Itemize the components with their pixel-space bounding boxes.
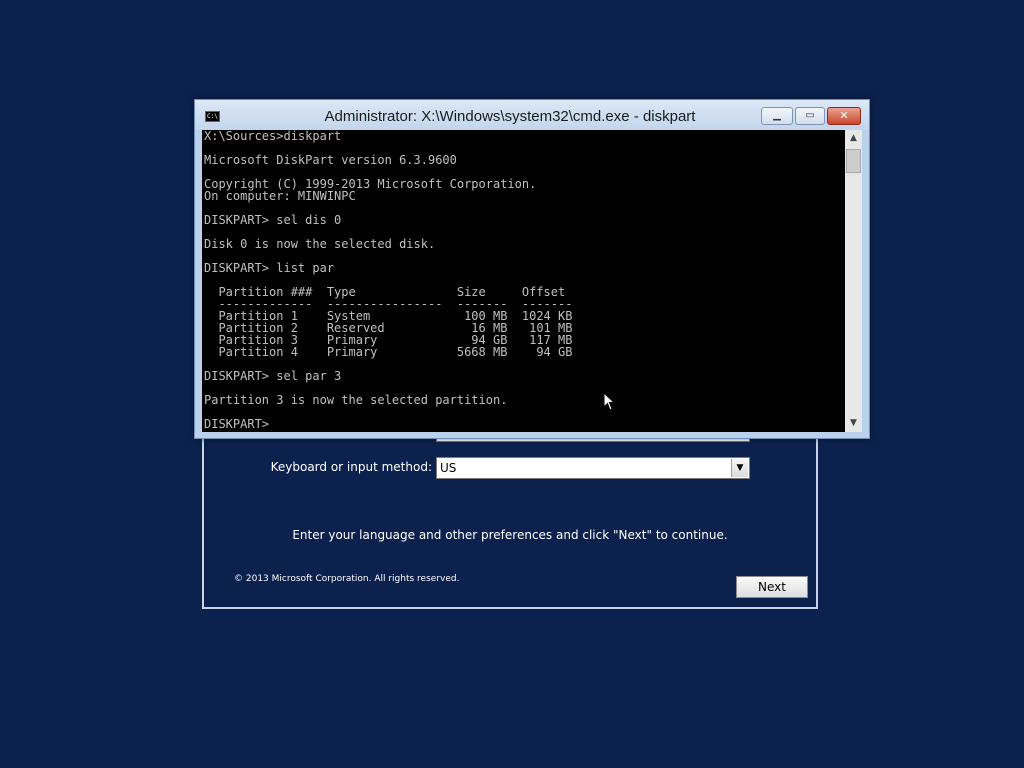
title-bar[interactable]: C:\ Administrator: X:\Windows\system32\c… — [195, 100, 869, 130]
console-line: DISKPART> sel dis 0 — [204, 213, 342, 227]
next-button[interactable]: Next — [736, 576, 808, 598]
scroll-up-icon[interactable]: ▲ — [845, 130, 862, 147]
console-line: X:\Sources>diskpart — [204, 130, 342, 143]
console-line: DISKPART> — [204, 417, 270, 431]
window-title: Administrator: X:\Windows\system32\cmd.e… — [324, 108, 696, 125]
console-line: Disk 0 is now the selected disk. — [204, 237, 436, 251]
console-line: Partition 4 Primary 5668 MB 94 GB — [204, 345, 573, 359]
console-line: Microsoft DiskPart version 6.3.9600 — [204, 153, 457, 167]
vertical-scrollbar[interactable]: ▲ ▼ — [845, 130, 862, 432]
console-output[interactable]: X:\Sources>diskpart Microsoft DiskPart ve… — [202, 130, 845, 432]
console-line: DISKPART> sel par 3 — [204, 369, 342, 383]
scroll-down-icon[interactable]: ▼ — [845, 415, 862, 432]
close-button[interactable]: ✕ — [827, 107, 861, 125]
keyboard-select-value: US — [440, 461, 457, 475]
keyboard-row: Keyboard or input method: US ▼ — [204, 457, 816, 479]
keyboard-label: Keyboard or input method: — [270, 460, 432, 474]
console-line: Partition 3 is now the selected partitio… — [204, 393, 508, 407]
copyright-text: © 2013 Microsoft Corporation. All rights… — [234, 574, 460, 584]
desktop-background: Keyboard or input method: US ▼ Enter you… — [0, 0, 1024, 768]
minimize-button[interactable]: ▁ — [761, 107, 793, 125]
chevron-down-icon[interactable]: ▼ — [731, 459, 748, 477]
keyboard-select[interactable]: US ▼ — [436, 457, 750, 479]
scroll-thumb[interactable] — [846, 149, 861, 173]
mouse-pointer-icon — [603, 392, 616, 411]
console-line: On computer: MINWINPC — [204, 189, 356, 203]
cmd-window[interactable]: C:\ Administrator: X:\Windows\system32\c… — [194, 99, 870, 439]
console-text: X:\Sources>diskpart Microsoft DiskPart ve… — [204, 130, 572, 430]
maximize-button[interactable]: ▭ — [795, 107, 825, 125]
setup-instruction: Enter your language and other preference… — [292, 528, 728, 542]
console-line: DISKPART> list par — [204, 261, 335, 275]
